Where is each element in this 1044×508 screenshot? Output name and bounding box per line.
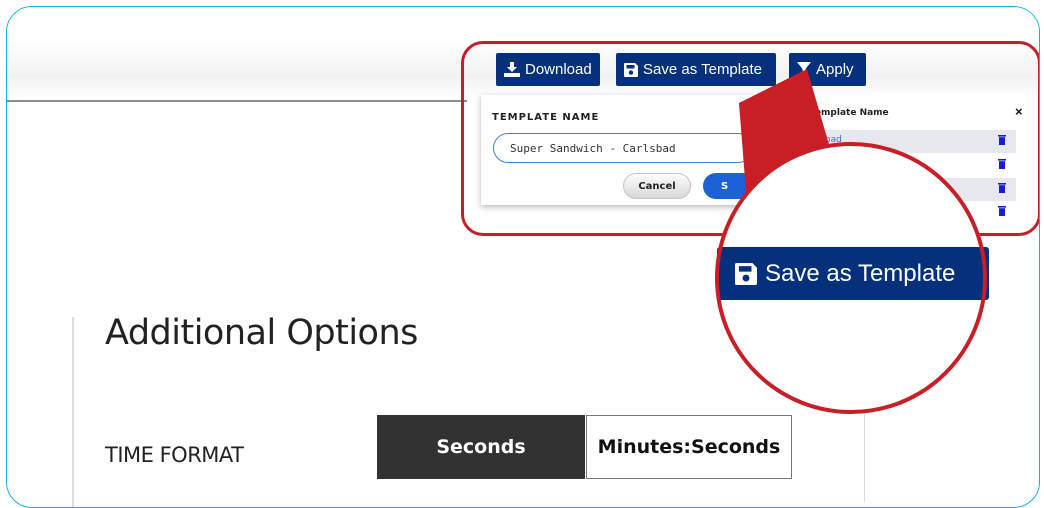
time-format-minutes-seconds-option[interactable]: Minutes:Seconds: [586, 415, 792, 479]
download-icon: [504, 62, 520, 77]
template-list-header: Template Name: [810, 108, 889, 118]
template-name-label: TEMPLATE NAME: [492, 112, 600, 123]
trash-icon[interactable]: [998, 159, 1006, 169]
apply-button[interactable]: Apply: [789, 53, 866, 86]
zoomed-save-as-template-button: Save as Template: [717, 247, 989, 300]
trash-icon[interactable]: [998, 135, 1006, 145]
cancel-button[interactable]: Cancel: [623, 173, 691, 199]
time-format-label: TIME FORMAT: [105, 443, 244, 467]
app-frame: Download Save as Template Apply TEMPLATE…: [6, 6, 1040, 508]
apply-label: Apply: [816, 61, 854, 78]
save-as-template-label: Save as Template: [643, 61, 762, 78]
header-divider: [7, 100, 467, 102]
section-left-rule: [72, 317, 74, 507]
trash-icon[interactable]: [998, 206, 1006, 216]
time-format-seconds-option[interactable]: Seconds: [377, 415, 585, 479]
save-floppy-icon: [624, 62, 638, 77]
section-title: Additional Options: [105, 313, 418, 353]
download-button[interactable]: Download: [496, 53, 600, 86]
download-label: Download: [525, 61, 592, 78]
template-list-item-name[interactable]: rlsbad: [814, 135, 842, 145]
template-name-input[interactable]: [493, 133, 753, 163]
save-template-popover: TEMPLATE NAME Cancel S: [481, 95, 759, 205]
trash-icon[interactable]: [998, 183, 1006, 193]
zoomed-save-as-template-label: Save as Template: [765, 259, 956, 287]
save-floppy-icon: [735, 262, 757, 285]
save-as-template-button[interactable]: Save as Template: [616, 53, 776, 86]
filter-icon: [797, 62, 811, 77]
close-icon[interactable]: ×: [1015, 104, 1023, 119]
